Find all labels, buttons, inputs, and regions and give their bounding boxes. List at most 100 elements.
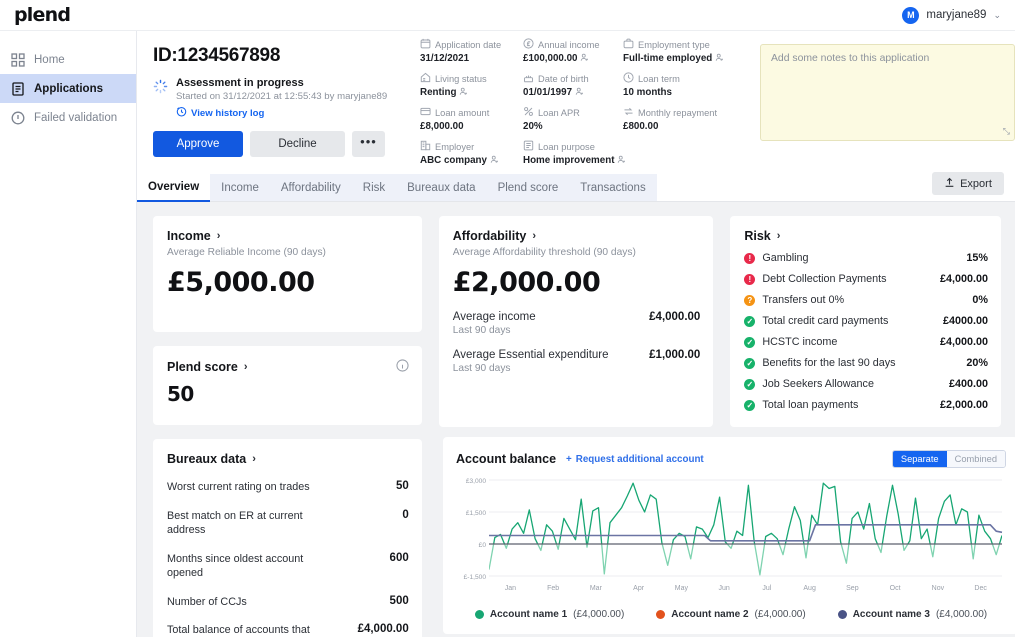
person-add-icon[interactable]	[459, 87, 468, 98]
risk-row-value: 0%	[972, 294, 989, 306]
bureaux-card-title[interactable]: Bureaux data ›	[167, 452, 409, 466]
bureaux-row-label: Months since oldest account opened	[167, 552, 304, 580]
notes-textarea[interactable]: Add some notes to this application ⤡	[760, 44, 1015, 141]
bureaux-row-value: 50	[395, 480, 409, 492]
detail-value: Home improvement	[523, 155, 626, 166]
bureaux-row: Total balance of accounts that £4,000.00	[167, 623, 409, 637]
svg-text:May: May	[675, 585, 689, 592]
avatar: M	[902, 6, 920, 24]
chevron-right-icon: ›	[252, 453, 256, 465]
svg-text:Dec: Dec	[974, 585, 987, 592]
calendar-icon	[420, 38, 431, 51]
request-link-label: Request additional account	[575, 453, 704, 465]
person-add-icon[interactable]	[715, 53, 724, 64]
tab-income[interactable]: Income	[210, 174, 270, 201]
list-icon	[523, 140, 534, 153]
tab-risk[interactable]: Risk	[352, 174, 396, 201]
detail-label: Employer	[420, 140, 523, 153]
bureaux-row-label: Number of CCJs	[167, 595, 247, 608]
person-add-icon[interactable]	[617, 155, 626, 166]
affordability-card[interactable]: Affordability › Average Affordability th…	[438, 216, 714, 427]
account-balance-header: Account balance + Request additional acc…	[456, 450, 1006, 468]
plend-score-card[interactable]: Plend score › 50	[153, 346, 422, 425]
detail-item: Employer ABC company	[420, 140, 523, 166]
bureaux-row-label: Worst current rating on trades	[167, 481, 310, 493]
export-button[interactable]: Export	[932, 172, 1004, 195]
risk-row-label: Transfers out 0%	[762, 294, 845, 306]
toggle-separate[interactable]: Separate	[892, 451, 947, 467]
person-add-icon[interactable]	[575, 87, 584, 98]
toggle-combined[interactable]: Combined	[946, 451, 1005, 467]
view-mode-toggle[interactable]: Separate Combined	[891, 450, 1006, 468]
tab-transactions[interactable]: Transactions	[569, 174, 656, 201]
plend-score-value: 50	[167, 382, 194, 406]
more-actions-button[interactable]: •••	[352, 131, 385, 157]
detail-item: Loan term 10 months	[623, 72, 760, 98]
legend-label: Account name 2	[671, 609, 749, 620]
top-bar: plend M maryjane89 ⌄	[0, 0, 1015, 31]
user-menu[interactable]: M maryjane89 ⌄	[902, 6, 1001, 24]
application-detail-page: plend M maryjane89 ⌄ Home Applications F…	[0, 0, 1015, 637]
svg-text:Jun: Jun	[718, 585, 729, 592]
view-history-log-link[interactable]: View history log	[176, 106, 387, 120]
sidebar-item-applications[interactable]: Applications	[0, 74, 136, 103]
risk-row-value: £2,000.00	[939, 399, 989, 411]
plend-score-title-label: Plend score	[167, 360, 238, 374]
sidebar-item-home[interactable]: Home	[0, 45, 136, 74]
affordability-card-title[interactable]: Affordability ›	[453, 229, 701, 243]
repeat-icon	[623, 106, 634, 119]
svg-text:£-1,500: £-1,500	[464, 574, 487, 581]
chevron-down-icon[interactable]: ⌄	[993, 10, 1001, 21]
detail-value: ABC company	[420, 155, 523, 166]
tab-plend-score[interactable]: Plend score	[487, 174, 570, 201]
risk-row: ✓ Total loan payments £2,000.00	[744, 399, 988, 411]
plend-logo[interactable]: plend	[14, 4, 71, 26]
risk-card[interactable]: Risk › ! Gambling 15% ! Debt Collection Paym…	[730, 216, 1002, 427]
notes-placeholder: Add some notes to this application	[771, 53, 930, 64]
risk-row-value: £4,000.00	[939, 273, 989, 285]
chevron-right-icon: ›	[243, 361, 248, 373]
detail-label: Loan amount	[420, 106, 523, 119]
spinner-icon	[153, 79, 168, 120]
affordability-subtitle: Average Affordability threshold (90 days…	[452, 247, 636, 258]
application-header: ID:1234567898 Assessment in progress Sta…	[137, 31, 1015, 168]
legend-amount: (£4,000.00)	[573, 609, 625, 620]
status-badge: Assessment in progress	[176, 77, 304, 89]
plend-score-card-title[interactable]: Plend score ›	[167, 359, 409, 375]
sidebar-item-failed-validation[interactable]: Failed validation	[0, 103, 136, 132]
check-circle-icon: ✓	[744, 336, 756, 348]
detail-item: Living status Renting	[420, 72, 523, 98]
income-card[interactable]: Income › Average Reliable Income (90 day…	[153, 216, 422, 332]
export-label: Export	[960, 177, 992, 190]
svg-text:Jul: Jul	[762, 585, 771, 592]
plus-icon: +	[566, 453, 572, 465]
resize-handle-icon[interactable]: ⤡	[1003, 126, 1010, 137]
decline-button[interactable]: Decline	[250, 131, 345, 157]
risk-card-title[interactable]: Risk ›	[744, 229, 988, 243]
risk-row: ! Gambling 15%	[744, 252, 988, 264]
account-balance-card: Account balance + Request additional acc…	[443, 437, 1015, 634]
detail-value: Full-time employed	[623, 53, 760, 64]
grid-icon	[10, 52, 25, 67]
column-left: Income › Average Reliable Income (90 day…	[153, 216, 422, 637]
sidebar-item-label: Applications	[34, 82, 104, 95]
person-add-icon[interactable]	[580, 53, 589, 64]
detail-label: Employment type	[623, 38, 760, 51]
approve-button[interactable]: Approve	[153, 131, 243, 157]
request-additional-account-link[interactable]: + Request additional account	[566, 454, 704, 465]
bureaux-row: Months since oldest account opened 600	[167, 552, 409, 581]
tab-overview[interactable]: Overview	[137, 173, 211, 202]
tab-bureaux-data[interactable]: Bureaux data	[396, 174, 486, 201]
income-card-title[interactable]: Income ›	[167, 229, 409, 243]
info-icon[interactable]	[396, 359, 409, 375]
detail-label: Loan term	[623, 72, 760, 85]
legend-item[interactable]: Account name 3 (£4,000.00)	[837, 609, 987, 620]
person-add-icon[interactable]	[490, 155, 499, 166]
tab-affordability[interactable]: Affordability	[270, 174, 352, 201]
account-balance-title: Account balance	[456, 452, 557, 466]
risk-row: ✓ Benefits for the last 90 days 20%	[744, 357, 988, 369]
legend-item[interactable]: Account name 2 (£4,000.00)	[656, 609, 806, 620]
legend-item[interactable]: Account name 1 (£4,000.00)	[474, 609, 625, 620]
bureaux-data-card[interactable]: Bureaux data › Worst current rating on t…	[153, 439, 422, 637]
risk-row: ! Debt Collection Payments £4,000.00	[744, 273, 988, 285]
